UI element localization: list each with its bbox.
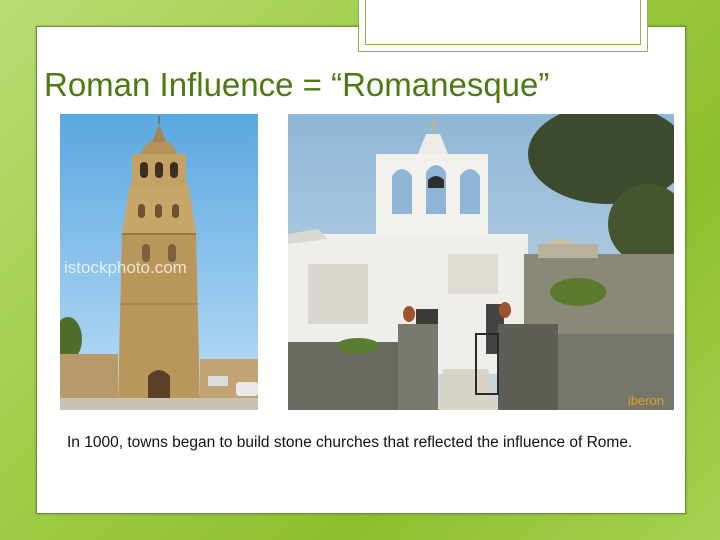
church-illustration <box>288 114 674 410</box>
decorative-top-tab-inner <box>365 0 641 45</box>
tower-photo: istockphoto.com <box>60 114 258 410</box>
photo-watermark: istockphoto.com <box>64 258 187 277</box>
slide-title: Roman Influence = “Romanesque” <box>44 66 550 103</box>
photo-credit: iberon <box>627 393 664 408</box>
slide-caption: In 1000, towns began to build stone chur… <box>67 434 633 451</box>
church-photo: iberon <box>288 114 674 410</box>
decorative-top-tab <box>358 0 648 52</box>
